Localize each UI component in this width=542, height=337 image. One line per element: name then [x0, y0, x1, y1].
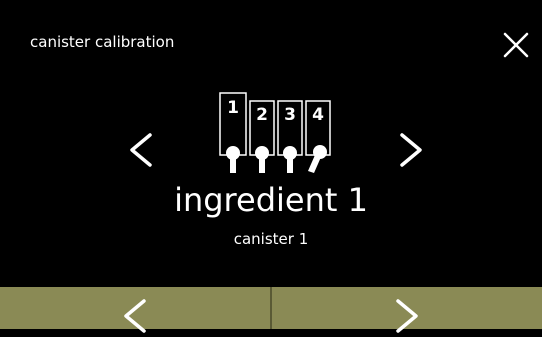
canister-label: canister 1 [233, 230, 309, 248]
canister-selector-graphic: 1 2 3 4 [214, 89, 338, 177]
canister-number-4: 4 [312, 105, 324, 125]
chevron-left-icon [130, 133, 152, 167]
bottom-navigation-bar [0, 287, 542, 333]
ingredient-label: ingredient 1 [174, 181, 368, 219]
canister-4: 4 [305, 100, 331, 173]
chevron-right-icon [400, 133, 422, 167]
close-icon [503, 32, 529, 58]
page-title: canister calibration [30, 33, 175, 51]
previous-page-button[interactable] [0, 287, 272, 333]
canister-number-2: 2 [256, 105, 268, 125]
chevron-left-icon [124, 299, 146, 333]
canister-3: 3 [277, 100, 303, 173]
next-page-button[interactable] [272, 287, 542, 333]
canister-1: 1 [219, 92, 247, 173]
close-button[interactable] [499, 28, 533, 62]
canister-number-3: 3 [284, 105, 296, 125]
previous-canister-button[interactable] [120, 127, 160, 173]
chevron-right-icon [396, 299, 418, 333]
canister-number-1: 1 [227, 98, 239, 118]
canister-2: 2 [249, 100, 275, 173]
next-canister-button[interactable] [392, 127, 432, 173]
